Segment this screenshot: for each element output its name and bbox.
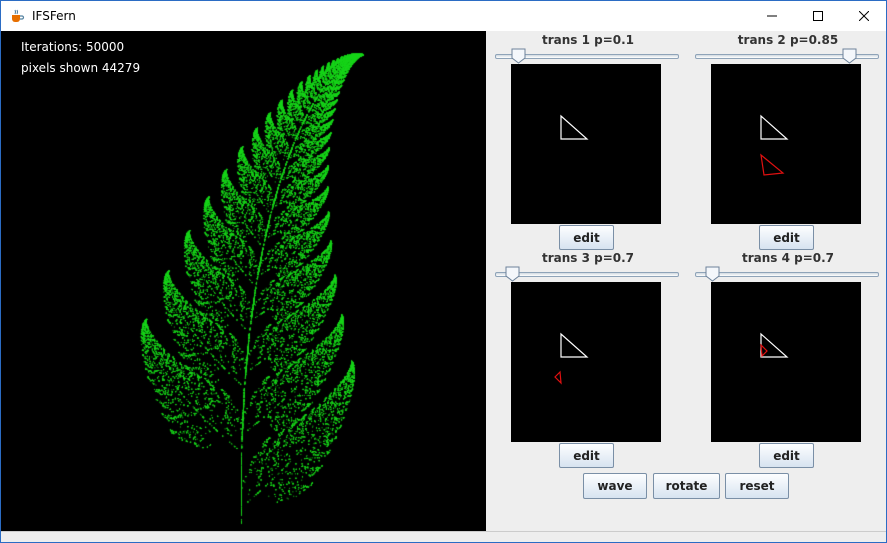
trans-2-edit-button[interactable]: edit bbox=[759, 225, 814, 250]
reset-button[interactable]: reset bbox=[725, 473, 789, 499]
trans-4-edit-button[interactable]: edit bbox=[759, 443, 814, 468]
trans-2-slider[interactable] bbox=[693, 48, 883, 64]
fern-plot bbox=[1, 31, 486, 531]
maximize-icon bbox=[813, 11, 823, 21]
close-icon bbox=[859, 11, 869, 21]
wave-button[interactable]: wave bbox=[583, 473, 647, 499]
status-bar bbox=[1, 531, 886, 542]
app-window: IFSFern Iterations: 50000 pixels shown 4… bbox=[0, 0, 887, 543]
slider-track bbox=[495, 272, 679, 277]
trans-1-slider[interactable] bbox=[493, 48, 683, 64]
pixels-shown-readout: pixels shown 44279 bbox=[21, 61, 141, 75]
fern-image bbox=[1, 31, 486, 531]
slider-thumb[interactable] bbox=[705, 266, 720, 282]
trans-4-label: trans 4 p=0.7 bbox=[741, 251, 835, 265]
minimize-button[interactable] bbox=[749, 1, 795, 31]
window-title: IFSFern bbox=[32, 9, 76, 23]
slider-track bbox=[695, 272, 879, 277]
trans-3-label: trans 3 p=0.7 bbox=[541, 251, 635, 265]
maximize-button[interactable] bbox=[795, 1, 841, 31]
trans-2-preview bbox=[711, 64, 861, 224]
fern-canvas[interactable]: Iterations: 50000 pixels shown 44279 bbox=[1, 31, 486, 531]
rotate-button[interactable]: rotate bbox=[653, 473, 720, 499]
trans-3-edit-button[interactable]: edit bbox=[559, 443, 614, 468]
trans-3-slider[interactable] bbox=[493, 266, 683, 282]
slider-thumb[interactable] bbox=[505, 266, 520, 282]
minimize-icon bbox=[767, 15, 777, 17]
trans-4-slider[interactable] bbox=[693, 266, 883, 282]
trans-1-preview bbox=[511, 64, 661, 224]
title-bar: IFSFern bbox=[1, 1, 886, 31]
java-coffee-icon bbox=[9, 8, 25, 24]
slider-thumb[interactable] bbox=[842, 48, 857, 64]
slider-thumb[interactable] bbox=[511, 48, 526, 64]
trans-4-preview bbox=[711, 282, 861, 442]
trans-1-label: trans 1 p=0.1 bbox=[541, 33, 635, 47]
iterations-readout: Iterations: 50000 bbox=[21, 40, 125, 54]
trans-1-edit-button[interactable]: edit bbox=[559, 225, 614, 250]
trans-3-preview bbox=[511, 282, 661, 442]
close-button[interactable] bbox=[841, 1, 887, 31]
trans-2-label: trans 2 p=0.85 bbox=[737, 33, 839, 47]
